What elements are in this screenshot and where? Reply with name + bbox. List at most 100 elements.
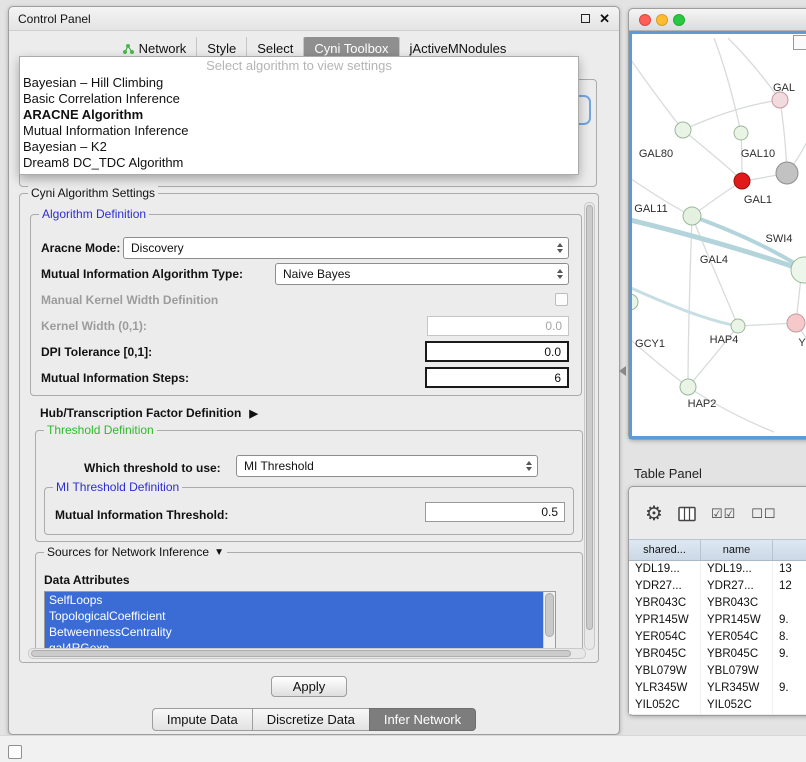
table-row[interactable]: YBL079WYBL079W — [629, 663, 806, 680]
window-title: Control Panel — [18, 12, 91, 26]
dpi-tolerance-field[interactable]: 0.0 — [425, 341, 569, 362]
network-node[interactable] — [632, 294, 638, 310]
threshold-definition-group: Threshold Definition Which threshold to … — [35, 430, 583, 542]
network-node[interactable] — [731, 319, 745, 333]
table-cell: YLR345W — [701, 680, 773, 697]
scrollbar-thumb[interactable] — [586, 205, 593, 630]
algorithm-option[interactable]: Bayesian – K2 — [20, 139, 578, 155]
panel-toggle-icon[interactable] — [8, 745, 22, 759]
select-all-checks-icon[interactable]: ☑☑ — [711, 506, 736, 522]
network-node-label: GAL80 — [639, 148, 673, 160]
table-row[interactable]: YPR145WYPR145W9. — [629, 612, 806, 629]
table-cell: YDL19... — [701, 561, 773, 578]
group-title: MI Threshold Definition — [53, 480, 182, 494]
network-node[interactable] — [787, 314, 805, 332]
which-threshold-select[interactable]: MI Threshold — [236, 455, 538, 477]
network-canvas[interactable]: GAL GAL80 GAL10 GAL11 GAL1 SWI4 GAL4 GCY… — [629, 31, 806, 439]
manual-kernel-label: Manual Kernel Width Definition — [41, 293, 218, 307]
algorithm-option[interactable]: Dream8 DC_TDC Algorithm — [20, 155, 578, 171]
settings-horizontal-scrollbar[interactable] — [28, 648, 586, 659]
float-window-icon[interactable] — [581, 14, 590, 23]
algorithm-option[interactable]: Basic Correlation Inference — [20, 91, 578, 107]
mi-type-label: Mutual Information Algorithm Type: — [41, 267, 243, 281]
network-node[interactable] — [680, 379, 696, 395]
table-cell: 9. — [773, 680, 806, 697]
hub-definition-toggle[interactable]: Hub/Transcription Factor Definition ▶ — [40, 406, 258, 420]
tab-label: jActiveMNodules — [410, 41, 507, 56]
network-tab-icon — [122, 43, 134, 55]
tab-impute-data[interactable]: Impute Data — [152, 708, 253, 731]
column-header-name[interactable]: name — [701, 540, 773, 560]
table-panel-title: Table Panel — [634, 466, 702, 481]
group-title: Threshold Definition — [44, 423, 157, 437]
network-node[interactable] — [675, 122, 691, 138]
network-node[interactable] — [772, 92, 788, 108]
apply-button[interactable]: Apply — [271, 676, 347, 697]
network-view-window: GAL GAL80 GAL10 GAL11 GAL1 SWI4 GAL4 GCY… — [628, 8, 806, 440]
scrollbar-thumb[interactable] — [545, 593, 554, 637]
tab-label: Select — [257, 41, 293, 56]
tab-label: Style — [207, 41, 236, 56]
algorithm-dropdown-popup: Select algorithm to view settings Bayesi… — [19, 56, 579, 175]
data-attributes-label: Data Attributes — [44, 573, 130, 587]
sources-group-title[interactable]: Sources for Network Inference ▼ — [44, 545, 227, 559]
network-window-titlebar[interactable] — [629, 9, 806, 31]
table-row[interactable]: YDL19...YDL19...13 — [629, 561, 806, 578]
data-attributes-list[interactable]: SelfLoops TopologicalCoefficient Between… — [44, 591, 556, 655]
table-row[interactable]: YDR27...YDR27...12 — [629, 578, 806, 595]
network-node-label: HAP4 — [710, 334, 739, 346]
aracne-mode-select[interactable]: Discovery — [123, 237, 569, 259]
table-row[interactable]: YBR045CYBR045C9. — [629, 646, 806, 663]
zoom-traffic-light-icon[interactable] — [673, 14, 685, 26]
attribute-item-selected[interactable]: BetweennessCentrality — [45, 624, 543, 640]
settings-vertical-scrollbar[interactable] — [584, 202, 595, 650]
table-cell: YBR043C — [629, 595, 701, 612]
network-graph[interactable]: GAL GAL80 GAL10 GAL11 GAL1 SWI4 GAL4 GCY… — [632, 34, 806, 438]
kernel-width-field[interactable]: 0.0 — [427, 316, 569, 336]
table-cell: YDR27... — [701, 578, 773, 595]
minimize-traffic-light-icon[interactable] — [656, 14, 668, 26]
clear-all-checks-icon[interactable]: ☐☐ — [751, 506, 776, 522]
manual-kernel-checkbox[interactable] — [555, 293, 568, 306]
algorithm-option[interactable]: Mutual Information Inference — [20, 123, 578, 139]
sources-group: Sources for Network Inference ▼ Data Att… — [35, 552, 583, 656]
network-node-selected-red[interactable] — [734, 173, 750, 189]
list-vertical-scrollbar[interactable] — [543, 592, 555, 654]
network-node-label: HAP2 — [688, 398, 717, 410]
network-node[interactable] — [734, 126, 748, 140]
table-row[interactable]: YER054CYER054C8. — [629, 629, 806, 646]
control-panel-titlebar[interactable]: Control Panel ✕ — [9, 7, 619, 31]
algorithm-option-selected[interactable]: ARACNE Algorithm — [20, 107, 578, 123]
table-row[interactable]: YLR345WYLR345W9. — [629, 680, 806, 697]
network-node-label: GCY1 — [635, 338, 665, 350]
columns-icon[interactable] — [678, 506, 696, 522]
tab-infer-network[interactable]: Infer Network — [369, 708, 476, 731]
gear-icon[interactable]: ⚙ — [645, 504, 663, 524]
table-cell — [773, 595, 806, 612]
close-icon[interactable]: ✕ — [599, 12, 610, 25]
mi-threshold-field[interactable]: 0.5 — [425, 502, 565, 522]
mi-type-select[interactable]: Naive Bayes — [275, 263, 569, 285]
network-node-gal10[interactable] — [776, 162, 798, 184]
scrollbar-thumb[interactable] — [31, 650, 571, 657]
table-cell: YBL079W — [701, 663, 773, 680]
table-row[interactable]: YIL052CYIL052C — [629, 697, 806, 714]
table-cell: YPR145W — [701, 612, 773, 629]
network-node-label: GAL10 — [741, 148, 775, 160]
tab-discretize-data[interactable]: Discretize Data — [252, 708, 370, 731]
table-row[interactable]: YBR043CYBR043C — [629, 595, 806, 612]
network-node-label: GAL1 — [744, 194, 772, 206]
attribute-item-selected[interactable]: TopologicalCoefficient — [45, 608, 543, 624]
close-traffic-light-icon[interactable] — [639, 14, 651, 26]
mi-steps-field[interactable]: 6 — [425, 367, 569, 388]
network-node[interactable] — [683, 207, 701, 225]
algorithm-option[interactable]: Bayesian – Hill Climbing — [20, 75, 578, 91]
combo-value: Discovery — [131, 241, 184, 255]
column-header-extra[interactable] — [773, 540, 806, 560]
attribute-item-selected[interactable]: SelfLoops — [45, 592, 543, 608]
panel-splitter-handle[interactable] — [619, 366, 626, 376]
network-node-label: GAL11 — [634, 203, 667, 215]
expand-arrow-icon: ▶ — [249, 407, 257, 420]
birdseye-toggle[interactable] — [793, 35, 806, 50]
column-header-shared-name[interactable]: shared... — [629, 540, 701, 560]
